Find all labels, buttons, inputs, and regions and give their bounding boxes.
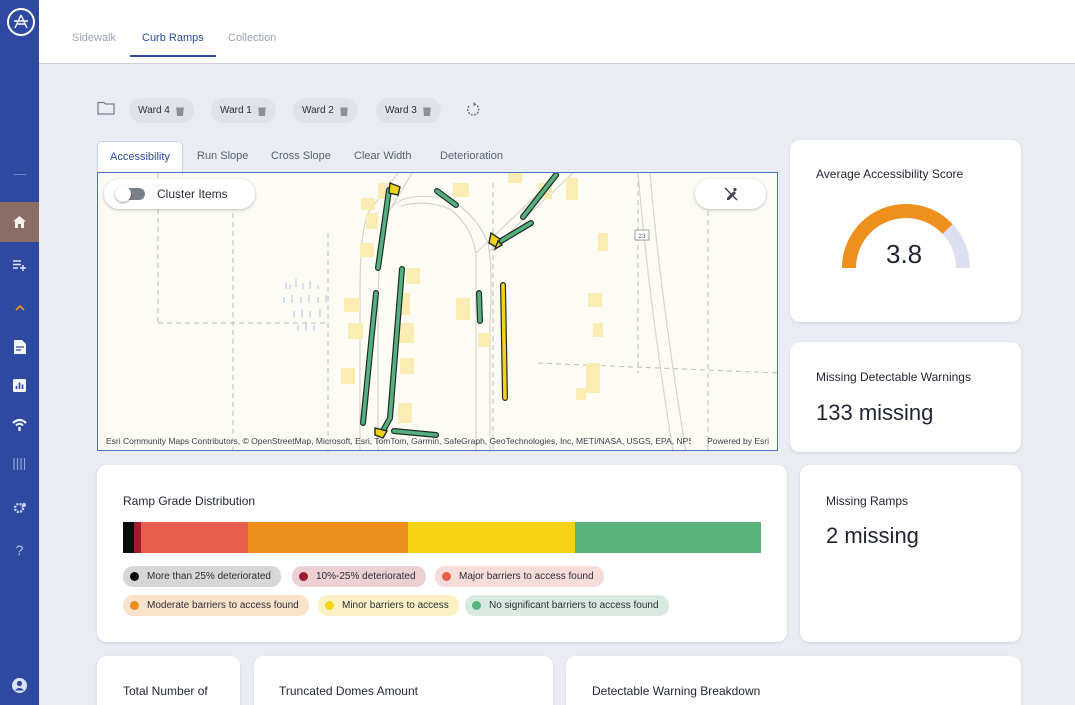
legend-dot: [130, 601, 139, 610]
missing-warnings-value: 133 missing: [816, 400, 934, 425]
playlist-add-icon: [12, 260, 26, 271]
distribution-segment: [574, 522, 761, 553]
missing-ramps-title: Missing Ramps: [826, 494, 909, 508]
legend-label: Major barriers to access found: [459, 571, 594, 582]
legend-label: No significant barriers to access found: [489, 600, 659, 611]
trash-icon[interactable]: [174, 105, 185, 116]
trash-icon[interactable]: [338, 105, 349, 116]
average-score-value: 3.8: [886, 239, 923, 269]
distribution-title: Ramp Grade Distribution: [123, 494, 256, 508]
legend-item[interactable]: More than 25% deteriorated: [123, 566, 281, 587]
ward-chip-label: Ward 4: [138, 105, 170, 116]
sidebar-item-help[interactable]: ?: [0, 530, 39, 570]
distribution-segment: [408, 522, 575, 553]
distribution-bar: [123, 522, 761, 553]
sidebar-item-charts[interactable]: [0, 365, 39, 405]
trash-icon[interactable]: [256, 105, 267, 116]
map-powered-by[interactable]: Powered by Esri: [707, 436, 769, 446]
draw-off-icon: [724, 187, 737, 201]
legend-dot: [325, 601, 334, 610]
chevron-up-icon: [14, 304, 25, 311]
ward-chip-label: Ward 1: [220, 105, 252, 116]
legend-item[interactable]: Major barriers to access found: [435, 566, 604, 587]
map-tab-run-slope[interactable]: Run Slope: [185, 141, 260, 173]
signal-icon: [12, 418, 27, 431]
sidebar-item-account[interactable]: [0, 665, 39, 705]
truncated-domes-card: Truncated Domes Amount: [254, 656, 553, 705]
map-tab-deterioration[interactable]: Deterioration: [428, 141, 515, 173]
legend-item[interactable]: Moderate barriers to access found: [123, 595, 309, 616]
legend-item[interactable]: No significant barriers to access found: [465, 595, 669, 616]
legend-label: Minor barriers to access: [342, 600, 449, 611]
legend-dot: [130, 572, 139, 581]
cluster-toggle[interactable]: Cluster Items: [104, 179, 255, 209]
logo-icon: [14, 14, 28, 29]
detectable-warning-breakdown-title: Detectable Warning Breakdown: [592, 684, 761, 698]
sidebar-divider: [14, 174, 26, 175]
ward-chip[interactable]: Ward 2: [293, 98, 358, 123]
report-icon: [13, 340, 26, 354]
map-attribution: Esri Community Maps Contributors, © Open…: [106, 436, 691, 446]
tune-icon: [13, 458, 26, 470]
refresh-icon[interactable]: [466, 102, 481, 117]
sidebar-item-queue[interactable]: [0, 245, 39, 285]
missing-warnings-card: Missing Detectable Warnings 133 missing: [790, 342, 1021, 452]
map-edit-button[interactable]: [695, 179, 766, 209]
sidebar-item-settings[interactable]: [0, 488, 39, 528]
bar-chart-icon: [13, 378, 26, 392]
ward-chip[interactable]: Ward 3: [376, 98, 441, 123]
map-canvas[interactable]: 23: [98, 173, 778, 451]
trash-icon[interactable]: [421, 105, 432, 116]
sidebar-item-reports[interactable]: [0, 327, 39, 367]
map-tab-accessibility[interactable]: Accessibility: [97, 141, 183, 173]
folder-icon[interactable]: [97, 101, 115, 115]
average-score-card: Average Accessibility Score 3.8: [790, 140, 1021, 322]
map-tab-clear-width[interactable]: Clear Width: [342, 141, 423, 173]
account-icon: [12, 677, 27, 693]
legend-label: 10%-25% deteriorated: [316, 571, 416, 582]
home-icon: [13, 216, 26, 228]
settings-icon: [13, 502, 26, 514]
missing-warnings-title: Missing Detectable Warnings: [816, 370, 971, 384]
distribution-segment: [140, 522, 249, 553]
legend-dot: [299, 572, 308, 581]
ward-chip-label: Ward 2: [302, 105, 334, 116]
sidebar-item-tune[interactable]: [0, 444, 39, 484]
detectable-warning-breakdown-card: Detectable Warning Breakdown: [566, 656, 1021, 705]
sidebar-collapse-toggle[interactable]: [0, 287, 39, 327]
distribution-segment: [123, 522, 134, 553]
distribution-segment: [248, 522, 409, 553]
road-shield-label: 23: [638, 233, 646, 240]
legend-dot: [442, 572, 451, 581]
missing-ramps-card: Missing Ramps 2 missing: [800, 465, 1021, 642]
distribution-segment: [133, 522, 141, 553]
truncated-domes-title: Truncated Domes Amount: [279, 684, 418, 698]
sidebar-item-signal[interactable]: [0, 404, 39, 444]
ward-chip-label: Ward 3: [385, 105, 417, 116]
top-bar: Sidewalk Curb Ramps Collection: [39, 0, 1075, 64]
ward-chip[interactable]: Ward 4: [129, 98, 194, 123]
cluster-label: Cluster Items: [157, 187, 228, 201]
legend-dot: [472, 601, 481, 610]
legend-item[interactable]: 10%-25% deteriorated: [292, 566, 426, 587]
map-view[interactable]: 23 Cluster Items Esri Community Maps Con…: [97, 172, 778, 451]
sidebar: ?: [0, 0, 39, 705]
ward-chip[interactable]: Ward 1: [211, 98, 276, 123]
total-number-title: Total Number of: [123, 684, 208, 698]
legend-label: Moderate barriers to access found: [147, 600, 299, 611]
average-score-title: Average Accessibility Score: [816, 167, 964, 181]
legend-label: More than 25% deteriorated: [147, 571, 271, 582]
ramp-grade-distribution-card: Ramp Grade Distribution More than 25% de…: [97, 465, 787, 642]
map-tab-cross-slope[interactable]: Cross Slope: [259, 141, 343, 173]
sidebar-item-home[interactable]: [0, 202, 39, 242]
cluster-switch[interactable]: [115, 186, 145, 202]
tab-collection[interactable]: Collection: [216, 30, 288, 57]
tab-curb-ramps[interactable]: Curb Ramps: [130, 30, 216, 57]
total-number-card: Total Number of: [97, 656, 240, 705]
missing-ramps-value: 2 missing: [826, 523, 919, 548]
help-icon: ?: [15, 542, 24, 558]
tab-sidewalk[interactable]: Sidewalk: [60, 30, 128, 57]
logo[interactable]: [7, 8, 35, 36]
legend-item[interactable]: Minor barriers to access: [318, 595, 459, 616]
